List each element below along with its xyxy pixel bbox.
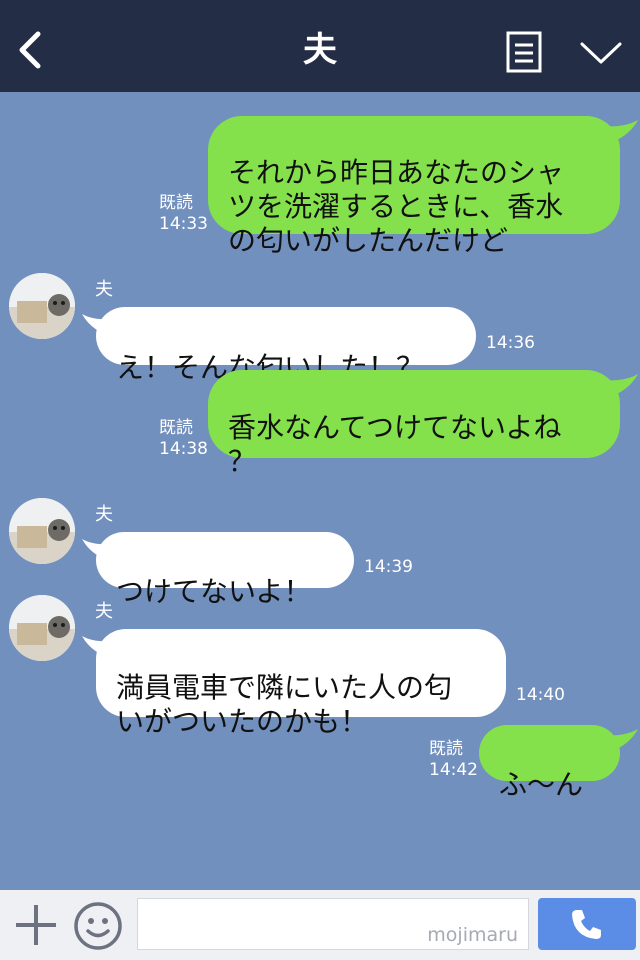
message-text: つけてないよ！ [116, 575, 312, 608]
timestamp: 14:40 [516, 685, 565, 705]
message-meta: 既読 14:38 [159, 418, 208, 460]
message-text: ふ〜ん [499, 768, 584, 801]
chat-header: 夫 [0, 0, 640, 92]
message-text: 満員電車で隣にいた人の匂 いがついたのかも！ [116, 671, 453, 738]
timestamp: 14:36 [486, 333, 535, 353]
message-input[interactable]: mojimaru [137, 898, 529, 950]
sender-name: 夫 [95, 504, 113, 525]
message-meta: 14:36 [486, 333, 535, 354]
timestamp: 14:33 [159, 214, 208, 234]
message-bubble[interactable]: え！そんな匂いした！？ [96, 307, 476, 384]
avatar[interactable] [9, 273, 75, 339]
avatar-photo-icon [9, 595, 75, 661]
timestamp: 14:42 [429, 760, 478, 780]
message-bubble[interactable]: 香水なんてつけてないよね ？ [208, 370, 620, 478]
timestamp: 14:38 [159, 439, 208, 459]
read-receipt: 既読 [429, 739, 463, 759]
note-icon[interactable] [506, 31, 542, 73]
read-receipt: 既読 [159, 418, 193, 438]
phone-icon [572, 910, 601, 939]
chat-title: 夫 [303, 30, 337, 70]
message-meta: 既読 14:33 [159, 193, 208, 235]
avatar[interactable] [9, 595, 75, 661]
avatar-photo-icon [9, 273, 75, 339]
read-receipt: 既読 [159, 193, 193, 213]
chevron-down-icon[interactable] [580, 40, 622, 66]
sender-name: 夫 [95, 601, 113, 622]
message-bubble[interactable]: ふ〜ん [479, 725, 620, 801]
message-meta: 既読 14:42 [429, 739, 478, 781]
emoji-icon[interactable] [72, 900, 124, 952]
message-meta: 14:39 [364, 557, 413, 578]
message-text: それから昨日あなたのシャ ツを洗濯するときに、香水 の匂いがしたんだけど [228, 156, 565, 257]
message-bubble[interactable]: それから昨日あなたのシャ ツを洗濯するときに、香水 の匂いがしたんだけど [208, 116, 620, 257]
avatar-photo-icon [9, 498, 75, 564]
avatar[interactable] [9, 498, 75, 564]
call-button[interactable] [538, 898, 636, 950]
watermark-text: mojimaru [427, 924, 518, 946]
message-list[interactable]: それから昨日あなたのシャ ツを洗濯するときに、香水 の匂いがしたんだけど 既読 … [0, 92, 640, 890]
message-bubble[interactable]: つけてないよ！ [96, 532, 354, 608]
plus-icon[interactable] [14, 903, 58, 947]
message-text: 香水なんてつけてないよね ？ [228, 411, 562, 478]
message-meta: 14:40 [516, 685, 565, 706]
message-bubble[interactable]: 満員電車で隣にいた人の匂 いがついたのかも！ [96, 629, 506, 738]
timestamp: 14:39 [364, 557, 413, 577]
sender-name: 夫 [95, 279, 113, 300]
